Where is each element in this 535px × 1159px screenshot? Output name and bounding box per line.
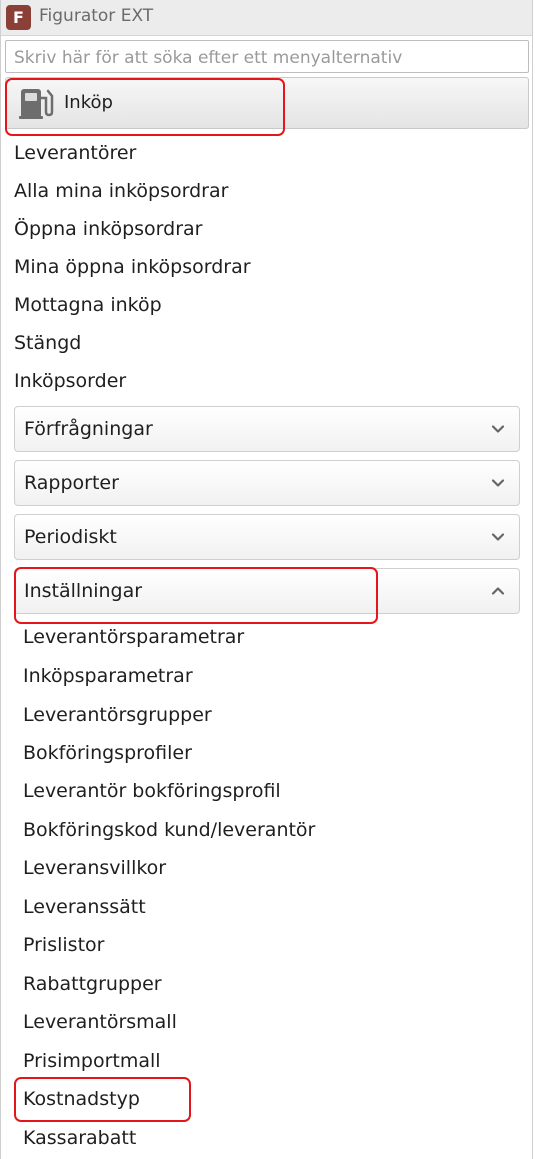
module-label: Inköp [64,92,113,113]
group-rapporter[interactable]: Rapporter [14,460,520,506]
chevron-up-icon [491,587,505,595]
menu-item-leverantorsmall[interactable]: Leverantörsmall [23,1011,177,1033]
navigation-pane: F Figurator EXT Inköp Leverantörer Alla … [0,0,533,1159]
menu-item-mina-oppna-inkopsordrar[interactable]: Mina öppna inköpsordrar [14,256,251,278]
title-bar: F Figurator EXT [1,0,532,36]
group-label: Rapporter [24,472,119,494]
menu-item-bokforingsprofiler[interactable]: Bokföringsprofiler [23,742,192,764]
menu-item-kassarabatt[interactable]: Kassarabatt [23,1127,136,1149]
app-title: Figurator EXT [39,6,154,26]
app-logo: F [6,5,31,30]
menu-item-rabattgrupper[interactable]: Rabattgrupper [23,973,162,995]
group-label: Periodiskt [24,526,117,548]
menu-item-mottagna-inkop[interactable]: Mottagna inköp [14,294,162,316]
menu-item-kostnadstyp[interactable]: Kostnadstyp [23,1088,140,1110]
menu-item-stangd[interactable]: Stängd [14,332,81,354]
group-periodiskt[interactable]: Periodiskt [14,514,520,560]
chevron-down-icon [491,533,505,541]
menu-item-prisimportmall[interactable]: Prisimportmall [23,1050,161,1072]
group-label: Inställningar [24,580,143,602]
menu-item-leverantorer[interactable]: Leverantörer [14,142,136,164]
chevron-down-icon [491,425,505,433]
group-label: Förfrågningar [24,418,153,440]
fuel-pump-icon [19,89,54,119]
module-header-inkop[interactable]: Inköp [5,77,529,129]
menu-search-input[interactable] [5,40,529,73]
menu-item-leveranssatt[interactable]: Leveranssätt [23,896,146,918]
menu-item-bokforingskod-kund-leverantor[interactable]: Bokföringskod kund/leverantör [23,819,315,841]
menu-item-leveransvillkor[interactable]: Leveransvillkor [23,857,166,879]
menu-item-inkopsorder[interactable]: Inköpsorder [14,370,126,392]
menu-item-leverantorsparametrar[interactable]: Leverantörsparametrar [23,626,244,648]
menu-item-prislistor[interactable]: Prislistor [23,934,104,956]
group-forfragningar[interactable]: Förfrågningar [14,406,520,452]
menu-item-leverantor-bokforingsprofil[interactable]: Leverantör bokföringsprofil [23,780,281,802]
menu-item-oppna-inkopsordrar[interactable]: Öppna inköpsordrar [14,218,202,240]
menu-item-alla-mina-inkopsordrar[interactable]: Alla mina inköpsordrar [14,180,228,202]
chevron-down-icon [491,479,505,487]
group-installningar[interactable]: Inställningar [14,568,520,614]
menu-item-inkopsparametrar[interactable]: Inköpsparametrar [23,665,193,687]
menu-item-leverantorsgrupper[interactable]: Leverantörsgrupper [23,704,212,726]
